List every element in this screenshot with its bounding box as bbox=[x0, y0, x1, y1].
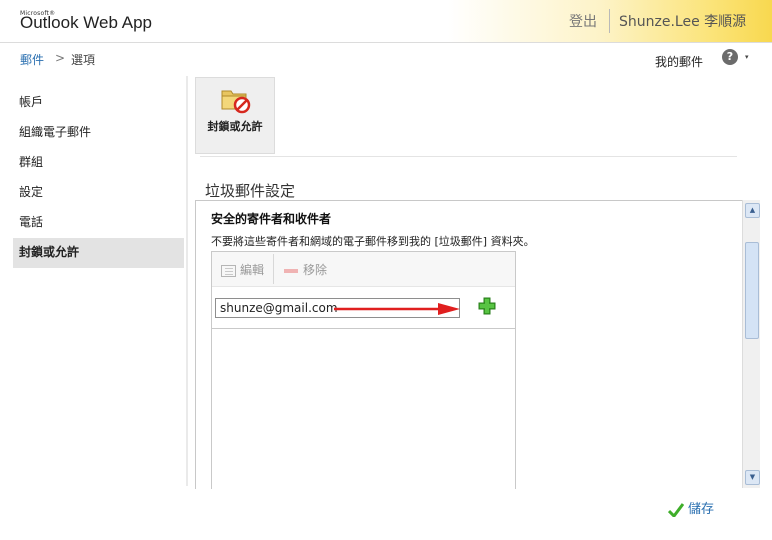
list-toolbar: 編輯 移除 bbox=[212, 252, 515, 287]
edit-label: 編輯 bbox=[240, 263, 265, 277]
breadcrumb-separator: > bbox=[55, 51, 66, 65]
add-plus-icon[interactable] bbox=[477, 296, 497, 316]
minus-icon bbox=[284, 268, 298, 273]
scroll-up-icon[interactable]: ▲ bbox=[745, 203, 760, 218]
app-logo[interactable]: Outlook Web App bbox=[20, 13, 152, 33]
sidebar-item-organize-email[interactable]: 組織電子郵件 bbox=[13, 118, 184, 148]
safe-senders-entries[interactable] bbox=[212, 328, 515, 489]
save-button[interactable]: 儲存 bbox=[668, 498, 714, 517]
edit-button[interactable]: 編輯 bbox=[221, 261, 264, 278]
block-or-allow-label: 封鎖或允許 bbox=[207, 120, 263, 133]
remove-label: 移除 bbox=[303, 263, 328, 277]
help-icon[interactable]: ? bbox=[722, 49, 738, 65]
scroll-down-icon[interactable]: ▼ bbox=[745, 470, 760, 485]
my-mail-link[interactable]: 我的郵件 bbox=[655, 53, 703, 70]
user-name[interactable]: Shunze.Lee 李順源 bbox=[619, 11, 746, 31]
junk-settings-panel: 安全的寄件者和收件者 不要將這些寄件者和網域的電子郵件移到我的 [垃圾郵件] 資… bbox=[195, 200, 742, 489]
remove-button[interactable]: 移除 bbox=[284, 261, 327, 278]
edit-list-icon bbox=[221, 264, 236, 277]
block-or-allow-tile[interactable]: 封鎖或允許 bbox=[195, 77, 275, 154]
safe-senders-description: 不要將這些寄件者和網域的電子郵件移到我的 [垃圾郵件] 資料夾。 bbox=[211, 235, 535, 248]
safe-senders-list: 編輯 移除 bbox=[211, 251, 516, 489]
panel-scrollbar[interactable]: ▲ ▼ bbox=[742, 200, 760, 488]
toolbar-separator bbox=[273, 254, 274, 284]
breadcrumb-options: 選項 bbox=[71, 53, 96, 67]
safe-senders-heading: 安全的寄件者和收件者 bbox=[211, 212, 332, 226]
sidebar-item-groups[interactable]: 群組 bbox=[13, 148, 184, 178]
toolbar-divider bbox=[200, 156, 737, 157]
save-label: 儲存 bbox=[688, 502, 715, 517]
sidebar-item-phone[interactable]: 電話 bbox=[13, 208, 184, 238]
sidebar-item-block-or-allow[interactable]: 封鎖或允許 bbox=[13, 238, 184, 268]
red-arrow-annotation bbox=[334, 303, 460, 315]
header-divider bbox=[609, 9, 610, 33]
sidebar-item-settings[interactable]: 設定 bbox=[13, 178, 184, 208]
checkmark-icon bbox=[668, 502, 684, 517]
sign-out-link[interactable]: 登出 bbox=[569, 11, 597, 31]
breadcrumb-mail-link[interactable]: 郵件 bbox=[20, 51, 44, 68]
folder-block-icon bbox=[221, 90, 251, 114]
sidebar-item-account[interactable]: 帳戶 bbox=[13, 88, 184, 118]
scroll-thumb[interactable] bbox=[745, 242, 759, 339]
sidebar-divider bbox=[186, 76, 188, 486]
options-sidebar: 帳戶 組織電子郵件 群組 設定 電話 封鎖或允許 bbox=[13, 88, 184, 268]
header-bar: Microsoft® Outlook Web App 登出 Shunze.Lee… bbox=[0, 0, 772, 43]
help-dropdown-icon[interactable]: ▾ bbox=[745, 53, 749, 61]
junk-settings-title: 垃圾郵件設定 bbox=[205, 182, 296, 200]
